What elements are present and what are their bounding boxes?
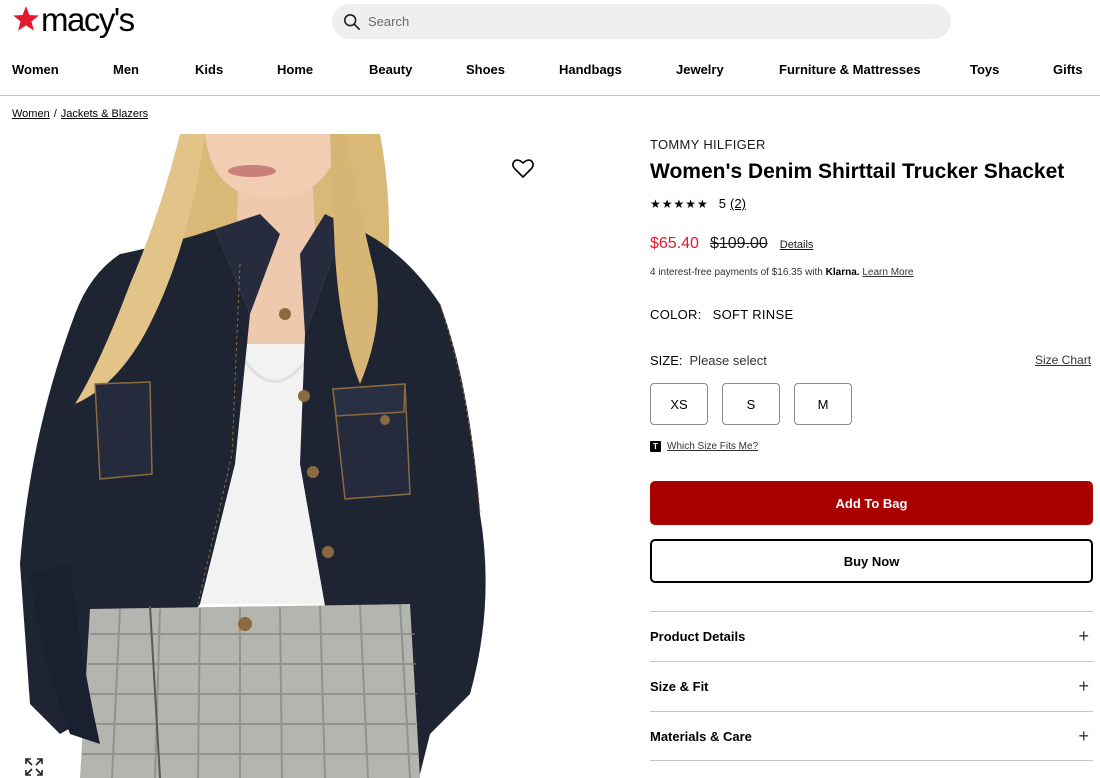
breadcrumb-jackets-blazers[interactable]: Jackets & Blazers — [61, 108, 148, 120]
color-selector: COLOR: SOFT RINSE — [650, 307, 793, 322]
nav-item-home[interactable]: Home — [277, 62, 313, 77]
model-photo — [0, 134, 560, 778]
klarna-learn-more[interactable]: Learn More — [862, 267, 913, 278]
search-input[interactable] — [368, 14, 868, 29]
logo-text: macy's — [41, 1, 135, 38]
expand-icon[interactable] — [24, 757, 44, 777]
accordion-label: Materials & Care — [650, 729, 752, 744]
nav-item-beauty[interactable]: Beauty — [369, 62, 412, 77]
add-to-bag-button[interactable]: Add To Bag — [650, 481, 1093, 525]
sale-price: $65.40 — [650, 235, 699, 252]
size-chart-link[interactable]: Size Chart — [1035, 353, 1091, 367]
nav-item-furniture-mattresses[interactable]: Furniture & Mattresses — [779, 62, 921, 77]
star-icon — [13, 6, 39, 31]
main-nav: Women Men Kids Home Beauty Shoes Handbag… — [0, 62, 1100, 84]
search-bar[interactable] — [332, 4, 951, 39]
nav-item-shoes[interactable]: Shoes — [466, 62, 505, 77]
accordion-divider — [650, 760, 1093, 761]
size-fit-finder: T Which Size Fits Me? — [650, 441, 758, 452]
product-rating[interactable]: ★★★★★ 5 (2) — [650, 196, 746, 211]
heart-icon[interactable] — [511, 156, 535, 180]
plus-icon: + — [1078, 726, 1089, 746]
nav-item-men[interactable]: Men — [113, 62, 139, 77]
nav-item-handbags[interactable]: Handbags — [559, 62, 622, 77]
klarna-text: 4 interest-free payments of $16.35 with — [650, 267, 823, 278]
breadcrumb-separator: / — [53, 108, 57, 120]
accordion-materials-care[interactable]: Materials & Care + — [650, 711, 1093, 761]
size-value: Please select — [689, 353, 767, 368]
color-label: COLOR: — [650, 307, 702, 322]
size-option-s[interactable]: S — [722, 383, 780, 425]
product-image[interactable] — [0, 134, 560, 778]
accordion-product-details[interactable]: Product Details + — [650, 611, 1093, 661]
buy-now-button[interactable]: Buy Now — [650, 539, 1093, 583]
nav-item-gifts[interactable]: Gifts — [1053, 62, 1083, 77]
rating-stars: ★★★★★ — [650, 196, 709, 211]
nav-item-toys[interactable]: Toys — [970, 62, 999, 77]
search-icon — [343, 13, 361, 30]
size-label: SIZE: — [650, 353, 683, 368]
accordion-label: Size & Fit — [650, 679, 709, 694]
price-details-link[interactable]: Details — [780, 239, 814, 251]
product-brand[interactable]: TOMMY HILFIGER — [650, 137, 766, 152]
plus-icon: + — [1078, 626, 1089, 646]
which-size-fits-link[interactable]: Which Size Fits Me? — [667, 441, 758, 452]
price-row: $65.40 $109.00 Details — [650, 235, 813, 253]
accordion-label: Product Details — [650, 629, 746, 644]
breadcrumb-women[interactable]: Women — [12, 108, 50, 120]
macys-logo[interactable]: macy's — [12, 1, 135, 41]
nav-item-kids[interactable]: Kids — [195, 62, 223, 77]
size-selector: SIZE: Please select — [650, 353, 767, 368]
nav-item-women[interactable]: Women — [12, 62, 59, 77]
klarna-brand: Klarna. — [825, 267, 860, 278]
klarna-message: 4 interest-free payments of $16.35 with … — [650, 267, 913, 278]
original-price: $109.00 — [709, 235, 768, 252]
nav-item-jewelry[interactable]: Jewelry — [676, 62, 724, 77]
plus-icon: + — [1078, 676, 1089, 696]
site-header: macy's Women Men Kids Home Beauty Shoes … — [0, 0, 1100, 96]
breadcrumb: Women / Jackets & Blazers — [12, 108, 148, 120]
size-option-xs[interactable]: XS — [650, 383, 708, 425]
rating-value: 5 — [718, 196, 727, 211]
size-option-m[interactable]: M — [794, 383, 852, 425]
color-value: SOFT RINSE — [712, 307, 794, 322]
rating-count[interactable]: (2) — [730, 196, 746, 211]
true-fit-icon: T — [650, 441, 661, 452]
product-title: Women's Denim Shirttail Trucker Shacket — [650, 160, 1065, 183]
accordion-size-fit[interactable]: Size & Fit + — [650, 661, 1093, 711]
